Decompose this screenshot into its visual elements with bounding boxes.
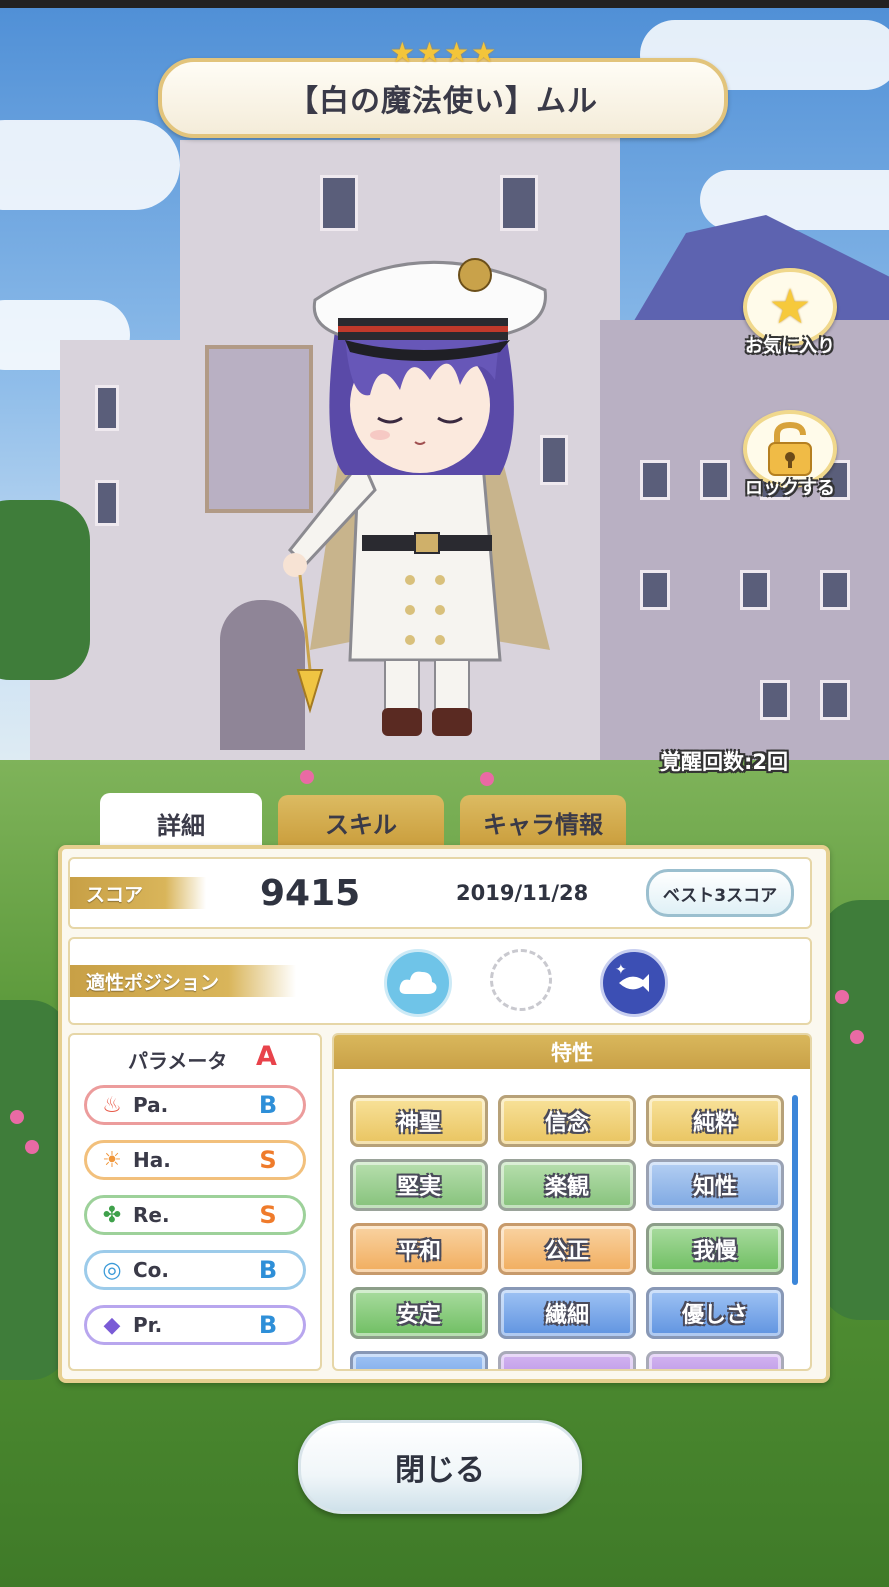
score-date: 2019/11/28 xyxy=(456,881,589,905)
param-name: Pr. xyxy=(133,1313,163,1337)
cloud xyxy=(0,120,180,210)
position-label: 適性ポジション xyxy=(70,965,296,997)
param-row-pa: ♨ Pa. B xyxy=(84,1085,306,1125)
window xyxy=(640,460,670,500)
tree xyxy=(0,500,90,680)
rarity-stars: ★ ★ ★ ★ xyxy=(383,36,503,70)
param-grade: S xyxy=(259,1146,277,1174)
window xyxy=(740,570,770,610)
traits-box: 特性 神聖 信念 純粋 堅実 楽観 知性 平和 公正 我慢 安定 繊細 優しさ xyxy=(332,1033,812,1371)
cloud-icon xyxy=(384,949,452,1017)
window xyxy=(820,570,850,610)
trait-badge-partial[interactable] xyxy=(350,1351,488,1369)
param-grade: B xyxy=(258,1256,278,1284)
param-grade: B xyxy=(258,1091,278,1119)
trait-badge[interactable]: 知性 xyxy=(646,1159,784,1211)
window xyxy=(700,460,730,500)
window xyxy=(760,680,790,720)
param-row-co: ◎ Co. B xyxy=(84,1250,306,1290)
trait-badge[interactable]: 我慢 xyxy=(646,1223,784,1275)
tab-character-info[interactable]: キャラ情報 xyxy=(460,795,626,850)
score-box: スコア 9415 2019/11/28 ベスト3スコア xyxy=(68,857,812,929)
trait-badge[interactable]: 公正 xyxy=(498,1223,636,1275)
param-row-re: ✤ Re. S xyxy=(84,1195,306,1235)
window xyxy=(640,570,670,610)
swirl-icon: ◎ xyxy=(102,1257,122,1283)
position-box: 適性ポジション ✦ xyxy=(68,937,812,1025)
traits-grid[interactable]: 神聖 信念 純粋 堅実 楽観 知性 平和 公正 我慢 安定 繊細 優しさ xyxy=(350,1095,790,1369)
flower xyxy=(10,1110,24,1124)
awakening-count: 覚醒回数:2回 xyxy=(660,750,789,774)
param-row-pr: ◆ Pr. B xyxy=(84,1305,306,1345)
trait-badge-partial[interactable] xyxy=(498,1351,636,1369)
param-grade: B xyxy=(258,1311,278,1339)
cloud xyxy=(700,170,889,230)
lock-label: ロックする xyxy=(745,478,835,499)
trait-badge[interactable]: 信念 xyxy=(498,1095,636,1147)
trait-badge[interactable]: 堅実 xyxy=(350,1159,488,1211)
param-grade: S xyxy=(259,1201,277,1229)
tab-skills[interactable]: スキル xyxy=(278,795,444,850)
param-name: Ha. xyxy=(133,1148,171,1172)
flower xyxy=(25,1140,39,1154)
trait-badge[interactable]: 純粋 xyxy=(646,1095,784,1147)
window xyxy=(500,175,538,231)
flower xyxy=(300,770,314,784)
card-title: 【白の魔法使い】ムル xyxy=(288,84,598,119)
param-row-ha: ☀ Ha. S xyxy=(84,1140,306,1180)
score-label: スコア xyxy=(70,877,206,909)
favorite-label: お気に入り xyxy=(745,336,835,357)
lock-button[interactable]: ロックする xyxy=(740,410,840,500)
fire-icon: ♨ xyxy=(102,1092,122,1118)
hedge xyxy=(820,900,889,1320)
flower xyxy=(850,1030,864,1044)
star-icon: ★ xyxy=(444,36,470,69)
fish-moon-icon: ✦ xyxy=(600,949,668,1017)
trait-badge[interactable]: 繊細 xyxy=(498,1287,636,1339)
best3-score-button[interactable]: ベスト3スコア xyxy=(646,869,794,917)
parameter-label: パラメータ xyxy=(128,1049,228,1073)
star-icon: ★ xyxy=(768,279,812,335)
trait-badge[interactable]: 安定 xyxy=(350,1287,488,1339)
traits-scrollbar[interactable] xyxy=(792,1095,798,1285)
sun-icon: ☀ xyxy=(102,1147,122,1173)
star-icon: ★ xyxy=(471,36,497,69)
parameter-box: パラメータ A ♨ Pa. B ☀ Ha. S ✤ Re. S ◎ Co. B … xyxy=(68,1033,322,1371)
window xyxy=(95,385,119,431)
window xyxy=(820,680,850,720)
close-button[interactable]: 閉じる xyxy=(298,1420,582,1514)
character-illustration xyxy=(283,258,550,736)
trait-badge[interactable]: 楽観 xyxy=(498,1159,636,1211)
details-panel: スコア 9415 2019/11/28 ベスト3スコア 適性ポジション ✦ パラ… xyxy=(58,845,830,1383)
param-name: Pa. xyxy=(133,1093,169,1117)
window xyxy=(95,480,119,526)
tab-details[interactable]: 詳細 xyxy=(100,793,262,853)
clover-icon: ✤ xyxy=(102,1202,122,1228)
unlock-icon xyxy=(768,421,812,476)
score-value: 9415 xyxy=(260,873,361,914)
overall-grade: A xyxy=(256,1041,277,1072)
param-name: Co. xyxy=(133,1258,170,1282)
card-title-plate: 【白の魔法使い】ムル xyxy=(158,58,728,138)
window xyxy=(320,175,358,231)
diamond-icon: ◆ xyxy=(103,1312,121,1338)
trait-badge[interactable]: 平和 xyxy=(350,1223,488,1275)
cloud-shape xyxy=(399,971,437,994)
star-icon: ★ xyxy=(416,36,442,69)
favorite-button[interactable]: ★ お気に入り xyxy=(740,268,840,358)
trait-badge[interactable]: 神聖 xyxy=(350,1095,488,1147)
traits-header: 特性 xyxy=(334,1035,810,1069)
status-bar xyxy=(0,0,889,8)
empty-position-slot xyxy=(490,949,552,1011)
flower xyxy=(835,990,849,1004)
star-icon: ✦ xyxy=(615,962,627,978)
trait-badge[interactable]: 優しさ xyxy=(646,1287,784,1339)
trait-badge-partial[interactable] xyxy=(646,1351,784,1369)
param-name: Re. xyxy=(133,1203,170,1227)
star-icon: ★ xyxy=(389,36,415,69)
flower xyxy=(480,772,494,786)
